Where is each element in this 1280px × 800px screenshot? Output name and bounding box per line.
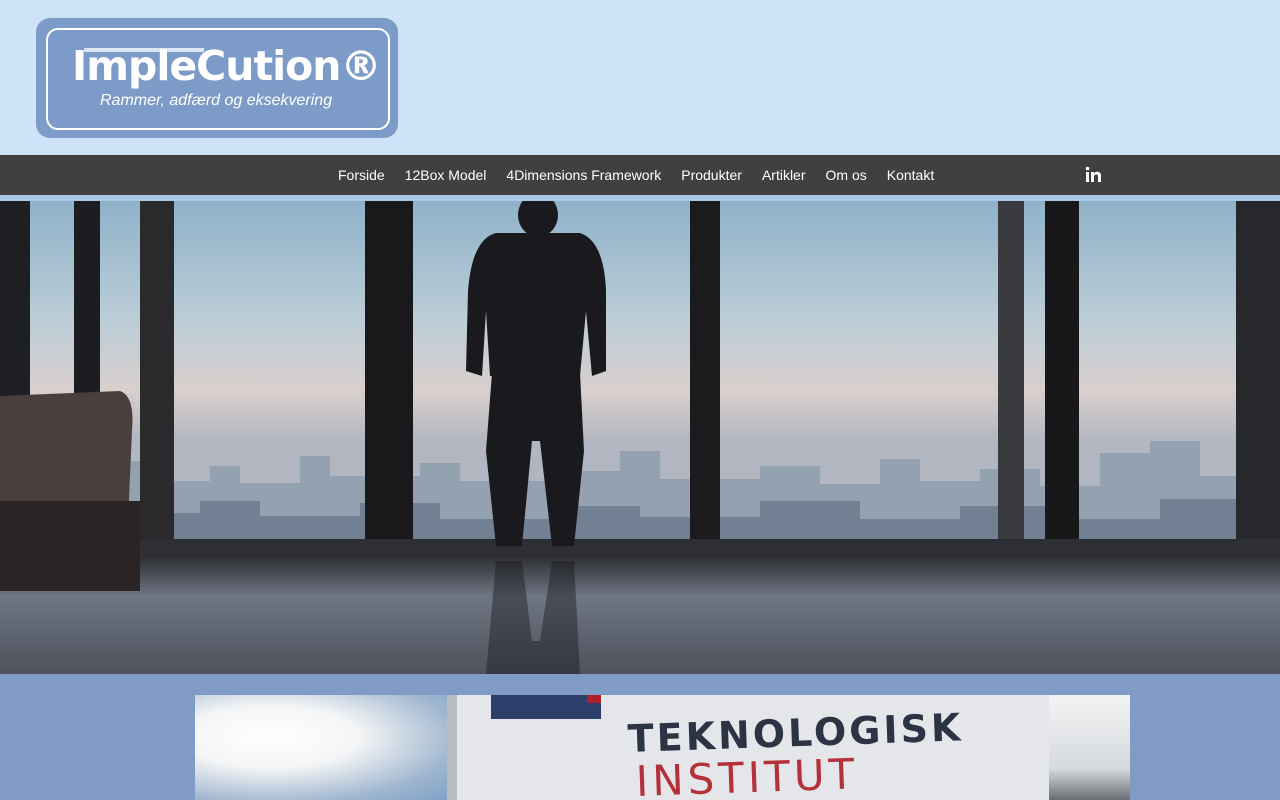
nav-item-produkter[interactable]: Produkter: [671, 167, 752, 183]
feature-image: TEKNOLOGISK INSTITUT: [195, 695, 1130, 800]
sign-logo-accent: [587, 695, 601, 703]
nav-menu: Forside 12Box Model 4Dimensions Framewor…: [328, 155, 944, 195]
site-header: ImpleCution® Rammer, adfærd og eksekveri…: [0, 0, 1280, 155]
site-logo[interactable]: ImpleCution® Rammer, adfærd og eksekveri…: [36, 18, 398, 138]
hero-scene: [0, 201, 1280, 674]
institute-sign: TEKNOLOGISK INSTITUT: [447, 695, 1049, 800]
logo-tagline: Rammer, adfærd og eksekvering: [100, 92, 333, 109]
logo-title: ImpleCution®: [72, 42, 381, 90]
nav-item-4dimensions-framework[interactable]: 4Dimensions Framework: [496, 167, 671, 183]
feature-image-background: [1049, 695, 1130, 800]
nav-item-om-os[interactable]: Om os: [816, 167, 877, 183]
main-nav: Forside 12Box Model 4Dimensions Framewor…: [0, 155, 1280, 195]
nav-item-artikler[interactable]: Artikler: [752, 167, 816, 183]
feature-image-sky: [195, 695, 447, 800]
nav-item-12box-model[interactable]: 12Box Model: [395, 167, 497, 183]
sign-edge: [447, 695, 457, 800]
linkedin-icon[interactable]: [1085, 166, 1102, 183]
feature-section: TEKNOLOGISK INSTITUT: [0, 674, 1280, 800]
hero-image: [0, 201, 1280, 674]
sign-text-line2: INSTITUT: [635, 749, 860, 800]
nav-item-kontakt[interactable]: Kontakt: [877, 167, 944, 183]
logo-frame: ImpleCution® Rammer, adfærd og eksekveri…: [46, 28, 390, 130]
nav-item-forside[interactable]: Forside: [328, 167, 395, 183]
sign-logo-mark: [491, 695, 601, 719]
